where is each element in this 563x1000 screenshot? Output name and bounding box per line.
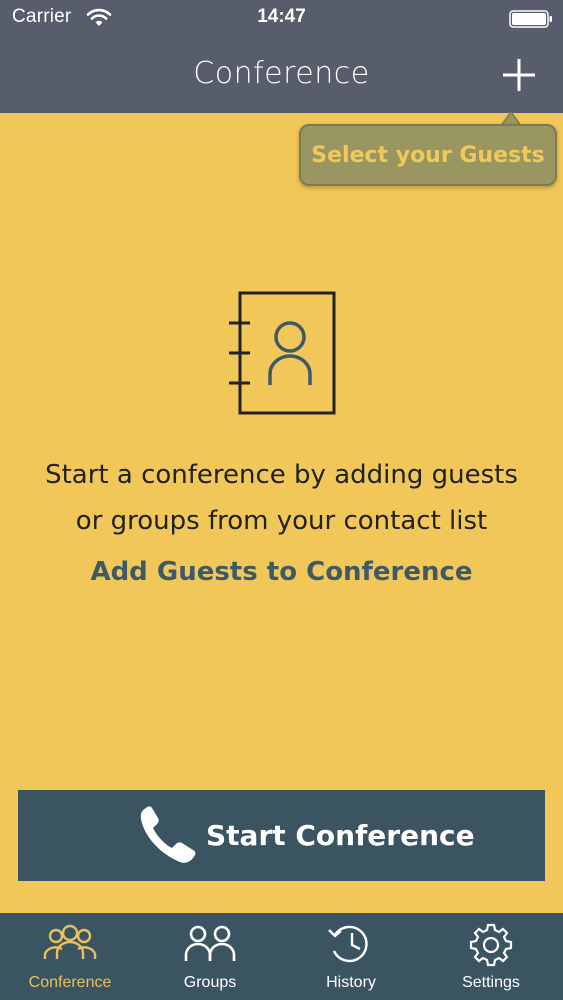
navigation-bar: Conference [0,38,563,113]
page-title: Conference [193,56,370,91]
select-guests-tooltip[interactable]: Select your Guests [299,124,557,186]
conference-icon [43,924,97,959]
add-guest-button[interactable] [498,54,540,96]
empty-state-line-1: Start a conference by adding guests [45,460,518,490]
plus-icon [503,59,535,91]
tab-conference[interactable]: Conference [0,913,140,1000]
battery-icon [509,10,552,28]
start-conference-button[interactable]: Start Conference [18,790,545,881]
contact-book-icon [229,291,336,415]
tab-history-label: History [326,974,376,991]
status-bar: Carrier 14:47 [0,0,563,38]
start-conference-label: Start Conference [206,819,475,852]
gear-icon [469,923,513,967]
history-icon [328,925,368,963]
add-guests-link[interactable]: Add Guests to Conference [0,557,563,587]
empty-state-line-2: or groups from your contact list [75,506,488,536]
phone-icon [140,806,196,863]
groups-icon [184,925,236,961]
tab-groups[interactable]: Groups [140,913,280,1000]
empty-state-message: Start a conference by adding guests or g… [30,452,533,544]
tab-settings[interactable]: Settings [421,913,561,1000]
tooltip-text: Select your Guests [311,143,545,168]
tab-settings-label: Settings [462,974,520,991]
tab-bar: Conference Groups History Settings [0,913,563,1000]
clock: 14:47 [257,6,306,27]
tab-conference-label: Conference [28,974,112,991]
tab-groups-label: Groups [183,974,237,991]
tab-history[interactable]: History [281,913,421,1000]
